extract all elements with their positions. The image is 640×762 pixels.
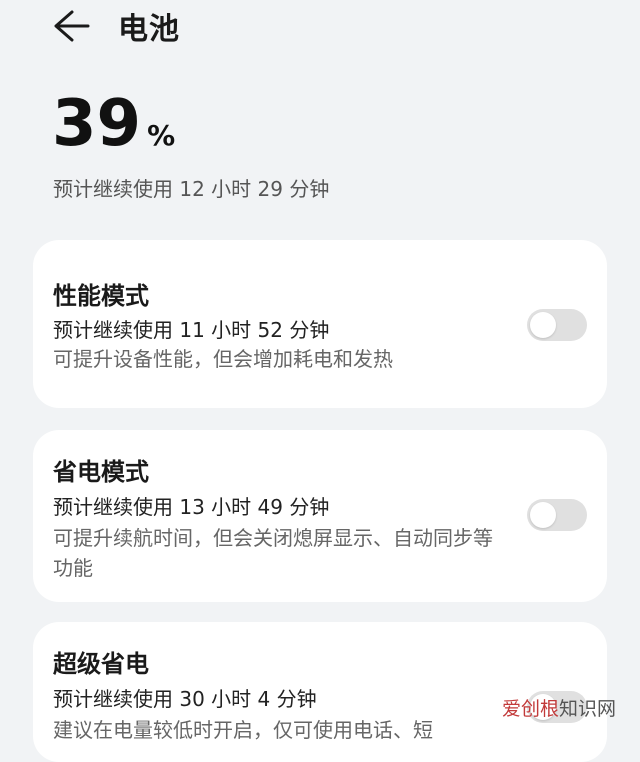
battery-level: 39 % — [52, 92, 175, 156]
performance-mode-card: 性能模式 预计继续使用 11 小时 52 分钟 可提升设备性能，但会增加耗电和发… — [33, 240, 607, 408]
ultra-power-saving-description: 建议在电量较低时开启，仅可使用电话、短 — [53, 718, 433, 742]
performance-mode-toggle[interactable] — [527, 309, 587, 341]
battery-unit: % — [147, 119, 176, 152]
battery-percentage: 39 — [52, 87, 142, 161]
ultra-power-saving-card: 超级省电 预计继续使用 30 小时 4 分钟 建议在电量较低时开启，仅可使用电话… — [33, 622, 607, 762]
page-title: 电池 — [118, 12, 180, 47]
power-saving-mode-estimate: 预计继续使用 13 小时 49 分钟 — [53, 495, 330, 519]
back-button[interactable] — [50, 6, 94, 46]
watermark-brand: 爱创根 — [501, 698, 559, 720]
toggle-knob — [530, 312, 556, 338]
ultra-power-saving-title: 超级省电 — [53, 650, 149, 678]
ultra-power-saving-estimate: 预计继续使用 30 小时 4 分钟 — [53, 687, 317, 711]
watermark-text: 知识网 — [558, 698, 616, 720]
power-saving-mode-card: 省电模式 预计继续使用 13 小时 49 分钟 可提升续航时间，但会关闭熄屏显示… — [33, 430, 607, 602]
power-saving-mode-description: 可提升续航时间，但会关闭熄屏显示、自动同步等功能 — [53, 526, 493, 580]
arrow-left-icon — [54, 10, 90, 42]
toggle-knob — [530, 502, 556, 528]
performance-mode-title: 性能模式 — [53, 282, 149, 310]
performance-mode-description: 可提升设备性能，但会增加耗电和发热 — [53, 347, 393, 371]
app-header: 电池 — [0, 0, 640, 56]
performance-mode-estimate: 预计继续使用 11 小时 52 分钟 — [53, 318, 330, 342]
watermark: 爱创根 知识网 — [502, 694, 616, 721]
power-saving-mode-toggle[interactable] — [527, 499, 587, 531]
power-saving-mode-title: 省电模式 — [53, 458, 149, 486]
battery-remaining-time: 预计继续使用 12 小时 29 分钟 — [53, 177, 330, 201]
